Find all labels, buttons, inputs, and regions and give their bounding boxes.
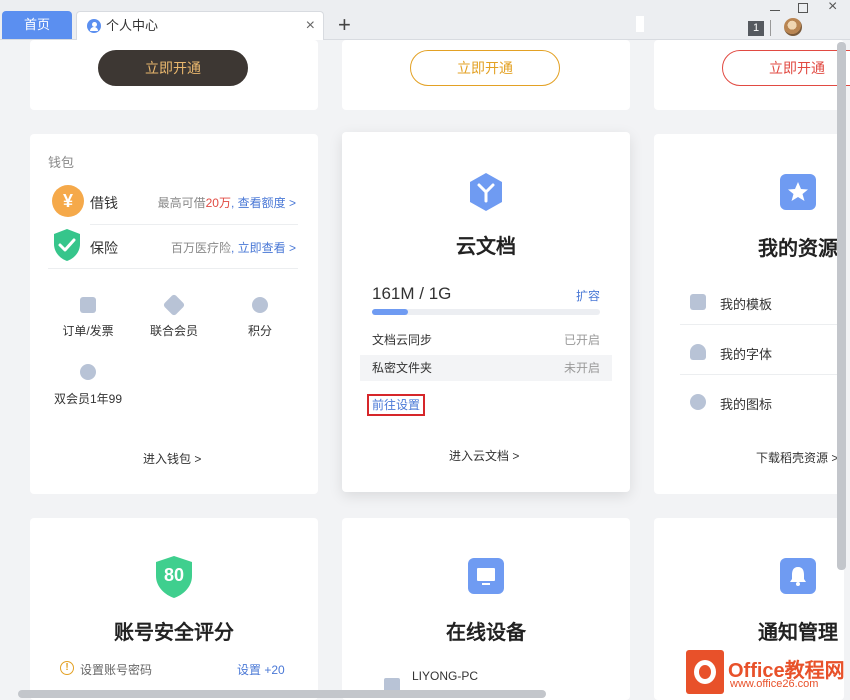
cloud-doc-title: 云文档 [456,236,516,258]
resources-card: 我的资源 我的模板 我的字体 我的图标 下载稻壳资源 > [654,134,844,494]
divider [48,268,298,269]
activate-now-button[interactable]: 立即开通 [410,50,560,86]
shield-check-icon [54,229,80,261]
tab-personal-center[interactable]: 个人中心 × [76,11,324,40]
check-limit-link[interactable]: , 查看额度 > [231,196,296,210]
member-gem-icon [162,293,186,317]
setting-row-private-folder[interactable]: 私密文件夹 未开启 [360,355,612,381]
bell-glyph [790,567,806,586]
activate-now-button[interactable]: 立即开通 [98,50,248,86]
points-label: 积分 [247,324,272,338]
device-name: LIYONG-PC [412,669,479,683]
templates-label: 我的模板 [720,297,773,312]
divider [770,20,771,36]
add-tab-button[interactable]: + [338,12,351,38]
membership-card-2: 立即开通 [342,40,630,110]
watermark-url: www.office26.com [730,678,819,690]
activate-now-button[interactable]: 立即开通 [722,50,850,86]
goto-settings-link[interactable]: 前往设置 [367,394,426,416]
star-glyph [788,182,808,201]
yen-coin-icon: ¥ [52,185,84,217]
download-resources-link[interactable]: 下载稻壳资源 > [756,449,838,466]
minimize-button[interactable] [768,0,782,14]
membership-card-1: 立即开通 [30,40,318,110]
membership-card-3: 立即开通 [654,40,850,110]
storage-progress-fill [372,309,408,315]
notify-title: 通知管理 [758,622,838,644]
divider [90,224,298,225]
insurance-desc[interactable]: 百万医疗险, 立即查看 > [171,239,296,256]
view-now-link[interactable]: , 立即查看 > [231,241,296,255]
devices-title: 在线设备 [446,622,526,644]
cloud-doc-icon [470,173,502,211]
divider [680,324,844,325]
template-grid-icon [690,294,706,310]
text-cursor [636,16,644,32]
triangle-icon [690,394,706,410]
icons-label: 我的图标 [720,397,773,412]
expand-storage-link[interactable]: 扩容 [576,287,600,304]
insurance-title: 保险 [90,240,118,256]
tab-label: 个人中心 [106,18,159,33]
bell-icon [780,558,816,594]
borrow-amount: 20万 [205,196,231,210]
resource-item-templates[interactable]: 我的模板 [680,282,844,322]
star-icon [780,174,816,210]
office-logo-icon [686,650,724,694]
maximize-button[interactable] [798,3,808,13]
horizontal-scrollbar[interactable] [18,690,546,698]
security-score: 80 [163,565,185,585]
enter-cloud-doc-link[interactable]: 进入云文档 > [449,447,519,464]
resource-item-icons[interactable]: 我的图标 [680,382,844,422]
resources-title: 我的资源 [758,238,838,260]
borrow-title: 借钱 [90,195,118,211]
private-folder-label: 私密文件夹 [372,361,433,375]
cloud-doc-card: 云文档 161M / 1G 扩容 文档云同步 已开启 私密文件夹 未开启 前往设… [342,132,630,492]
storage-progress [372,309,600,315]
enter-wallet-link[interactable]: 进入钱包 > [143,450,201,467]
private-folder-status: 未开启 [563,361,600,375]
setting-row-cloud-sync[interactable]: 文档云同步 已开启 [360,327,612,353]
w-coin-icon [80,364,96,380]
yen-receipt-icon [80,297,96,313]
orders-label: 订单/发票 [62,324,114,338]
close-icon[interactable]: × [306,12,315,40]
cloud-sync-label: 文档云同步 [372,333,433,347]
borrow-desc-prefix: 最高可借 [157,196,206,210]
security-card: 80 账号安全评分 ! 设置账号密码 设置 +20 [30,518,318,700]
storage-usage: 161M / 1G [372,284,452,303]
warning-icon: ! [60,661,74,675]
window-count-badge[interactable]: 1 [748,21,764,36]
cloud-sync-status: 已开启 [563,333,600,347]
monitor-glyph [477,568,495,585]
resource-item-fonts[interactable]: 我的字体 [680,332,844,372]
double-member-label: 双会员1年99 [53,392,123,406]
user-icon [87,19,101,33]
tab-home[interactable]: 首页 [2,11,72,39]
devices-card: 在线设备 LIYONG-PC [342,518,630,700]
borrow-desc[interactable]: 最高可借20万, 查看额度 > [158,194,296,211]
security-title: 账号安全评分 [114,622,234,644]
wallet-section-label: 钱包 [48,155,75,170]
insurance-desc-prefix: 百万医疗险 [170,241,231,255]
cloud-font-icon [690,344,706,360]
points-icon [252,297,268,313]
vertical-scrollbar[interactable] [837,42,846,570]
wallet-card: 钱包 ¥ 借钱 最高可借20万, 查看额度 > 保险 百万医疗险, 立即查看 >… [30,134,318,494]
fonts-label: 我的字体 [720,347,773,362]
monitor-icon [468,558,504,594]
set-password-link[interactable]: 设置 +20 [237,661,285,678]
membership-label: 联合会员 [149,324,198,338]
security-tip: 设置账号密码 [80,663,153,677]
divider [680,374,844,375]
tab-bar: 首页 个人中心 × + × 1 [0,0,850,40]
window-close-button[interactable]: × [828,0,837,16]
avatar[interactable] [784,18,802,36]
